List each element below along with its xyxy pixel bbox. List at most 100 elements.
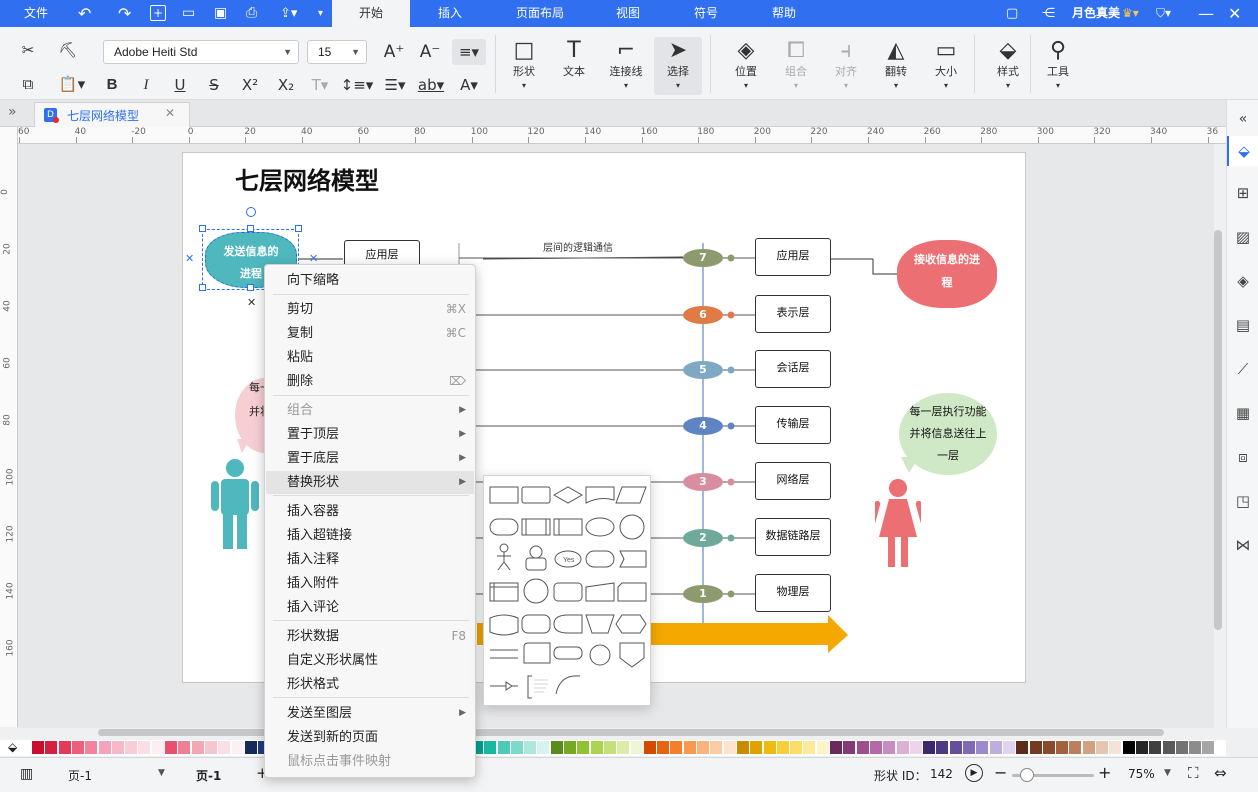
color-swatch[interactable] — [45, 741, 58, 754]
color-swatch[interactable] — [936, 741, 949, 754]
more-icon[interactable]: ▾ — [318, 0, 323, 27]
color-swatch[interactable] — [657, 741, 670, 754]
menu-view[interactable]: 视图 — [616, 0, 640, 27]
text-button[interactable]: T 文本 — [550, 37, 598, 79]
play-icon[interactable]: ▶ — [965, 764, 983, 782]
font-color-icon[interactable]: ab▾ — [414, 72, 448, 98]
zoom-out-icon[interactable]: − — [994, 763, 1007, 782]
layer-box[interactable]: 表示层 — [755, 295, 831, 333]
user-name[interactable]: 月色真美 — [1072, 0, 1120, 27]
subscript-icon[interactable]: X₂ — [272, 72, 300, 98]
shape-button[interactable]: □ 形状 ▾ — [500, 37, 548, 93]
chevron-down-icon[interactable]: ▼ — [1164, 768, 1171, 778]
layer-box[interactable]: 传输层 — [755, 406, 831, 444]
color-swatch[interactable] — [697, 741, 709, 754]
print-icon[interactable]: ⎙ — [246, 0, 257, 27]
font-size-select[interactable]: 15 ▼ — [307, 40, 367, 64]
color-swatch[interactable] — [670, 741, 683, 754]
layer-number-ellipse[interactable]: 2 — [683, 529, 723, 547]
zoom-in-icon[interactable]: + — [1098, 763, 1111, 782]
line-spacing-icon[interactable]: ↕≡▾ — [340, 72, 374, 98]
strikethrough-icon[interactable]: S — [200, 72, 228, 98]
context-menu-item[interactable]: 自定义形状属性 — [266, 649, 474, 672]
style-button[interactable]: ⬙ 样式 ▾ — [984, 37, 1032, 93]
color-swatch[interactable] — [816, 741, 829, 754]
format-painter-icon[interactable]: ⛏ — [54, 37, 82, 63]
chevron-down-icon[interactable]: ▼ — [158, 768, 165, 778]
resize-handle[interactable] — [199, 225, 206, 232]
color-swatch[interactable] — [524, 741, 537, 754]
cut-icon[interactable]: ✂ — [14, 37, 42, 63]
layer-box[interactable]: 应用层 — [755, 238, 831, 276]
color-swatch[interactable] — [750, 741, 763, 754]
resize-handle[interactable] — [295, 225, 302, 232]
chart-panel-icon[interactable]: ⟋ — [1227, 354, 1258, 384]
connector-button[interactable]: ⌐ 连接线 ▾ — [602, 37, 650, 93]
paste-icon[interactable]: 📋▾ — [54, 71, 90, 97]
zoom-slider-knob[interactable] — [1020, 768, 1034, 782]
context-menu-item[interactable]: 插入超链接 — [266, 524, 474, 547]
document-tab[interactable]: D 七层网络模型 ✕ — [34, 102, 190, 127]
menu-insert[interactable]: 插入 — [438, 0, 462, 27]
color-swatch[interactable] — [218, 741, 231, 754]
align-text-icon[interactable]: ≡▾ — [452, 39, 486, 65]
context-menu-item[interactable]: 粘贴 — [266, 346, 474, 369]
position-button[interactable]: ◈ 位置 ▾ — [722, 37, 770, 93]
context-menu-item[interactable]: 发送至图层 ▶ — [266, 702, 474, 725]
color-swatch[interactable] — [909, 741, 922, 754]
color-swatch[interactable] — [111, 741, 124, 754]
bullet-list-icon[interactable]: ☰▾ — [380, 72, 410, 98]
fill-panel-icon[interactable]: ⬙ — [1227, 136, 1258, 166]
menu-file[interactable]: 文件 — [24, 0, 48, 27]
layer-box[interactable]: 网络层 — [755, 462, 831, 500]
fullscreen-icon[interactable]: ⛶ — [1188, 764, 1199, 782]
color-swatch[interactable] — [963, 741, 975, 754]
color-swatch[interactable] — [497, 741, 510, 754]
export-icon[interactable]: ⇪▾ — [280, 0, 297, 27]
color-swatch[interactable] — [550, 741, 563, 754]
page-select[interactable]: 页-1 — [68, 767, 92, 784]
color-swatch[interactable] — [1202, 741, 1215, 754]
undo-icon[interactable]: ↶ — [78, 0, 91, 27]
color-swatch[interactable] — [244, 741, 257, 754]
connection-point-icon[interactable]: ✕ — [185, 252, 194, 265]
redo-icon[interactable]: ↷ — [118, 0, 131, 27]
bold-icon[interactable]: B — [98, 72, 126, 98]
context-menu-item[interactable]: 插入评论 — [266, 596, 474, 619]
align-button[interactable]: ⫞ 对齐 ▾ — [822, 37, 870, 93]
color-swatch[interactable] — [617, 741, 630, 754]
color-swatch[interactable] — [484, 741, 497, 754]
save-icon[interactable]: ▣ — [214, 0, 227, 27]
layer-number-ellipse[interactable]: 7 — [683, 249, 723, 267]
page-tab[interactable]: 页-1 — [196, 767, 221, 784]
context-menu-item[interactable]: 插入容器 — [266, 500, 474, 523]
decrease-font-icon[interactable]: A⁻ — [416, 39, 444, 65]
context-menu-item[interactable]: 组合 ▶ — [266, 399, 474, 422]
color-swatch[interactable] — [577, 741, 590, 754]
context-menu-item[interactable]: 剪切 ⌘X — [266, 298, 474, 321]
menu-symbol[interactable]: 符号 — [694, 0, 718, 27]
comment-panel-icon[interactable]: ◳ — [1227, 486, 1258, 516]
layer-number-ellipse[interactable]: 3 — [683, 473, 723, 491]
color-swatch[interactable] — [231, 741, 244, 754]
color-swatch[interactable] — [1149, 741, 1162, 754]
context-menu-item[interactable]: 形状格式 — [266, 673, 474, 696]
layer-box[interactable]: 物理层 — [755, 574, 831, 612]
horizontal-scrollbar[interactable] — [98, 729, 1164, 736]
color-swatch[interactable] — [125, 741, 138, 754]
layer-box[interactable]: 数据链路层 — [755, 518, 831, 556]
color-swatch[interactable] — [710, 741, 723, 754]
color-swatch[interactable] — [1042, 741, 1055, 754]
color-swatch[interactable] — [178, 741, 191, 754]
color-swatch[interactable] — [1189, 741, 1202, 754]
color-swatch[interactable] — [869, 741, 882, 754]
color-swatch[interactable] — [58, 741, 71, 754]
minimize-icon[interactable]: — — [1198, 0, 1214, 27]
color-swatch[interactable] — [1162, 741, 1175, 754]
resize-handle[interactable] — [247, 284, 254, 291]
text-case-icon[interactable]: A▾ — [454, 72, 484, 98]
color-swatch[interactable] — [1122, 741, 1135, 754]
flip-button[interactable]: ◭ 翻转 ▾ — [872, 37, 920, 93]
image-panel-icon[interactable]: ▨ — [1227, 222, 1258, 252]
grid-panel-icon[interactable]: ⊞ — [1227, 178, 1258, 208]
